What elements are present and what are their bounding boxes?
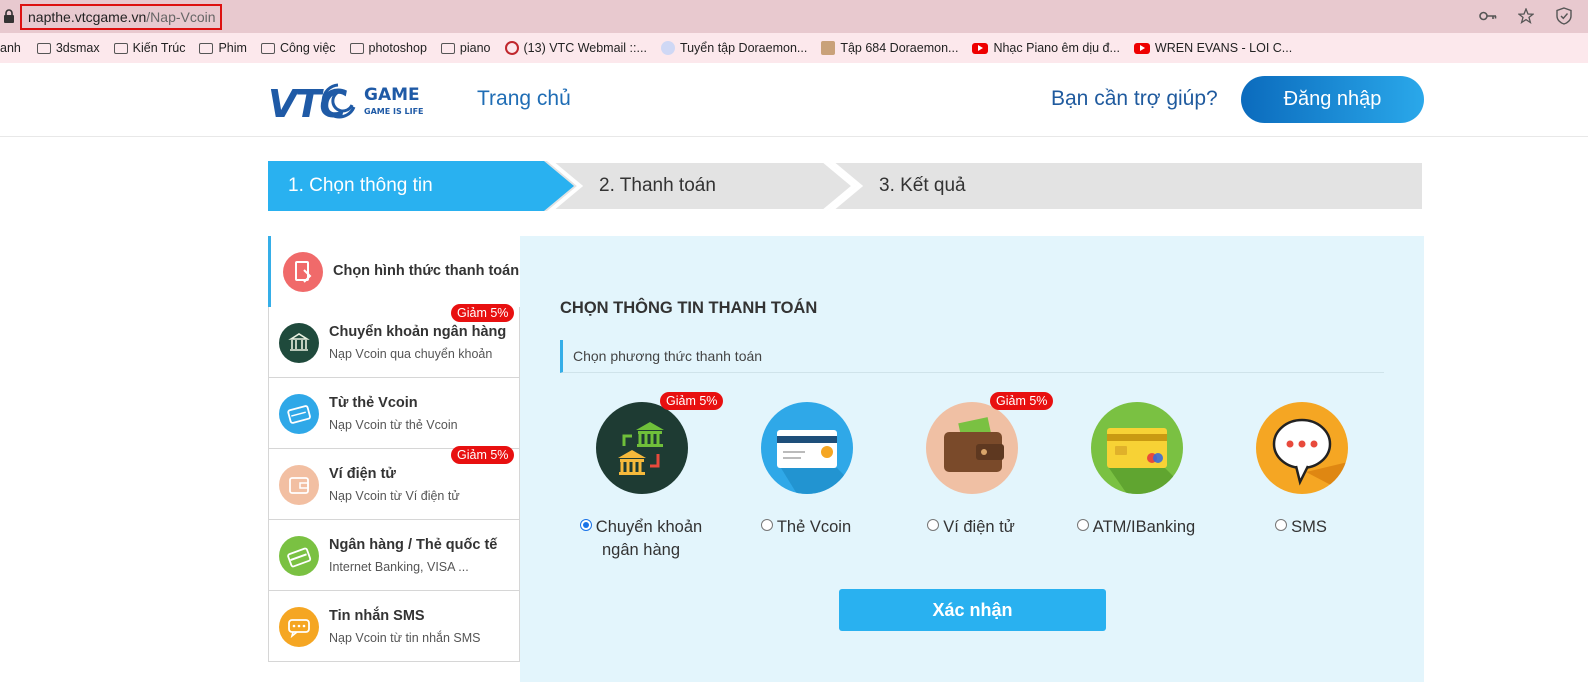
sms-icon bbox=[279, 607, 319, 647]
browser-address-bar: napthe.vtcgame.vn/Nap-Vcoin bbox=[0, 0, 1588, 33]
bookmark-anh[interactable]: anh bbox=[0, 41, 21, 55]
url-host: napthe.vtcgame.vn bbox=[28, 9, 147, 25]
url-field[interactable]: napthe.vtcgame.vn/Nap-Vcoin bbox=[20, 4, 222, 30]
method-radio[interactable] bbox=[760, 519, 773, 531]
bookmark-piano-music[interactable]: Nhạc Piano êm dịu đ... bbox=[972, 41, 1120, 55]
payment-type-sidebar: Chọn hình thức thanh toán Chuyển khoản n… bbox=[268, 236, 520, 663]
svg-text:GAME IS LIFE: GAME IS LIFE bbox=[364, 107, 424, 116]
bookmark-3dsmax[interactable]: 3dsmax bbox=[36, 41, 100, 55]
youtube-icon bbox=[1133, 42, 1150, 54]
credit-card-icon bbox=[1091, 402, 1183, 494]
nav-home-link[interactable]: Trang chủ bbox=[477, 87, 571, 111]
thumbnail-icon bbox=[821, 41, 836, 55]
wallet-icon bbox=[926, 402, 1018, 494]
method-label: Ví điện tử bbox=[943, 518, 1015, 536]
folder-icon bbox=[440, 42, 455, 54]
sidebar-heading: Chọn hình thức thanh toán bbox=[268, 236, 520, 307]
method-label: ATM/IBanking bbox=[1092, 518, 1196, 536]
bookmark-kien-truc[interactable]: Kiến Trúc bbox=[113, 41, 185, 55]
sidebar-item-subtitle: Internet Banking, VISA ... bbox=[329, 560, 469, 574]
folder-icon bbox=[113, 42, 128, 54]
bookmark-doraemon-collection[interactable]: Tuyển tập Doraemon... bbox=[660, 41, 807, 55]
sidebar-item-title: Chuyển khoản ngân hàng bbox=[329, 324, 507, 340]
vtc-game-logo[interactable]: VTC GAME GAME IS LIFE bbox=[268, 77, 430, 123]
bookmark-piano[interactable]: piano bbox=[440, 41, 491, 55]
bookmark-vtc-webmail[interactable]: (13) VTC Webmail ::... bbox=[504, 41, 647, 55]
payment-info-panel: CHỌN THÔNG TIN THANH TOÁN Chọn phương th… bbox=[520, 236, 1424, 682]
sidebar-item-title: Từ thẻ Vcoin bbox=[329, 395, 418, 411]
sidebar-item-e-wallet[interactable]: Ví điện tử Nạp Vcoin từ Ví điện tử Giảm … bbox=[268, 446, 520, 520]
discount-badge: Giảm 5% bbox=[451, 446, 515, 464]
credit-card-icon bbox=[279, 536, 319, 576]
star-icon[interactable] bbox=[1516, 6, 1536, 26]
card-icon bbox=[279, 394, 319, 434]
bookmark-doraemon-684[interactable]: Tập 684 Doraemon... bbox=[821, 41, 958, 55]
method-label: Thẻ Vcoin bbox=[776, 518, 852, 536]
discount-badge: Giảm 5% bbox=[990, 392, 1054, 410]
panel-title: CHỌN THÔNG TIN THANH TOÁN bbox=[560, 299, 818, 317]
bookmark-wren-evans[interactable]: WREN EVANS - LOI C... bbox=[1133, 41, 1292, 55]
bank-transfer-icon bbox=[596, 402, 688, 494]
doraemon-icon bbox=[660, 41, 675, 55]
bank-transfer-icon bbox=[279, 323, 319, 363]
svg-text:GAME: GAME bbox=[364, 85, 420, 105]
steps-arrows bbox=[268, 161, 1424, 211]
site-header: VTC GAME GAME IS LIFE Trang chủ Bạn cần … bbox=[0, 63, 1588, 137]
sidebar-item-sms[interactable]: Tin nhắn SMS Nạp Vcoin từ tin nhắn SMS bbox=[268, 591, 520, 662]
sidebar-item-subtitle: Nạp Vcoin qua chuyển khoản bbox=[329, 347, 493, 361]
bookmark-photoshop[interactable]: photoshop bbox=[349, 41, 427, 55]
sidebar-heading-label: Chọn hình thức thanh toán bbox=[333, 263, 520, 279]
folder-icon bbox=[260, 42, 275, 54]
method-radio[interactable] bbox=[1076, 519, 1089, 531]
sidebar-item-subtitle: Nạp Vcoin từ thẻ Vcoin bbox=[329, 418, 458, 432]
sidebar-item-title: Ví điện tử bbox=[329, 466, 396, 482]
checkout-steps: 1. Chọn thông tin 2. Thanh toán 3. Kết q… bbox=[268, 161, 1424, 211]
url-path: /Nap-Vcoin bbox=[146, 9, 216, 25]
folder-icon bbox=[199, 42, 214, 54]
key-icon[interactable] bbox=[1478, 6, 1498, 26]
sidebar-item-title: Ngân hàng / Thẻ quốc tế bbox=[329, 537, 498, 553]
panel-subtitle: Chọn phương thức thanh toán bbox=[560, 340, 1384, 373]
step-choose-info: 1. Chọn thông tin bbox=[288, 175, 433, 196]
payment-doc-icon bbox=[283, 252, 323, 292]
step-payment: 2. Thanh toán bbox=[599, 175, 716, 196]
youtube-icon bbox=[972, 42, 989, 54]
sms-icon bbox=[1256, 402, 1348, 494]
card-icon bbox=[761, 402, 853, 494]
lock-icon bbox=[4, 9, 14, 23]
sidebar-item-subtitle: Nạp Vcoin từ Ví điện tử bbox=[329, 489, 460, 503]
method-radio[interactable] bbox=[927, 519, 940, 531]
bookmark-cong-viec[interactable]: Công việc bbox=[260, 41, 336, 55]
sidebar-item-bank-transfer[interactable]: Chuyển khoản ngân hàng Nạp Vcoin qua chu… bbox=[268, 304, 520, 378]
method-label: SMS bbox=[1291, 518, 1327, 536]
sidebar-item-title: Tin nhắn SMS bbox=[329, 608, 425, 624]
sidebar-item-intl-card[interactable]: Ngân hàng / Thẻ quốc tế Internet Banking… bbox=[268, 520, 520, 591]
folder-icon bbox=[36, 42, 51, 54]
shield-icon[interactable] bbox=[1554, 6, 1574, 26]
folder-icon bbox=[349, 42, 364, 54]
help-link[interactable]: Bạn cần trợ giúp? bbox=[1051, 87, 1218, 111]
bookmarks-bar: anh 3dsmax Kiến Trúc Phim Công việc phot… bbox=[0, 33, 1588, 63]
webmail-icon bbox=[504, 41, 519, 55]
confirm-button[interactable]: Xác nhận bbox=[839, 589, 1106, 631]
step-result: 3. Kết quả bbox=[879, 175, 966, 196]
sidebar-item-subtitle: Nạp Vcoin từ tin nhắn SMS bbox=[329, 631, 481, 645]
login-button[interactable]: Đăng nhập bbox=[1241, 76, 1424, 123]
wallet-icon bbox=[279, 465, 319, 505]
method-radio[interactable] bbox=[1275, 519, 1288, 531]
bookmark-phim[interactable]: Phim bbox=[199, 41, 247, 55]
sidebar-item-vcoin-card[interactable]: Từ thẻ Vcoin Nạp Vcoin từ thẻ Vcoin bbox=[268, 378, 520, 449]
method-radio[interactable] bbox=[579, 519, 592, 531]
discount-badge: Giảm 5% bbox=[451, 304, 515, 322]
discount-badge: Giảm 5% bbox=[660, 392, 724, 410]
method-label: Chuyển khoản ngân hàng bbox=[595, 518, 703, 559]
